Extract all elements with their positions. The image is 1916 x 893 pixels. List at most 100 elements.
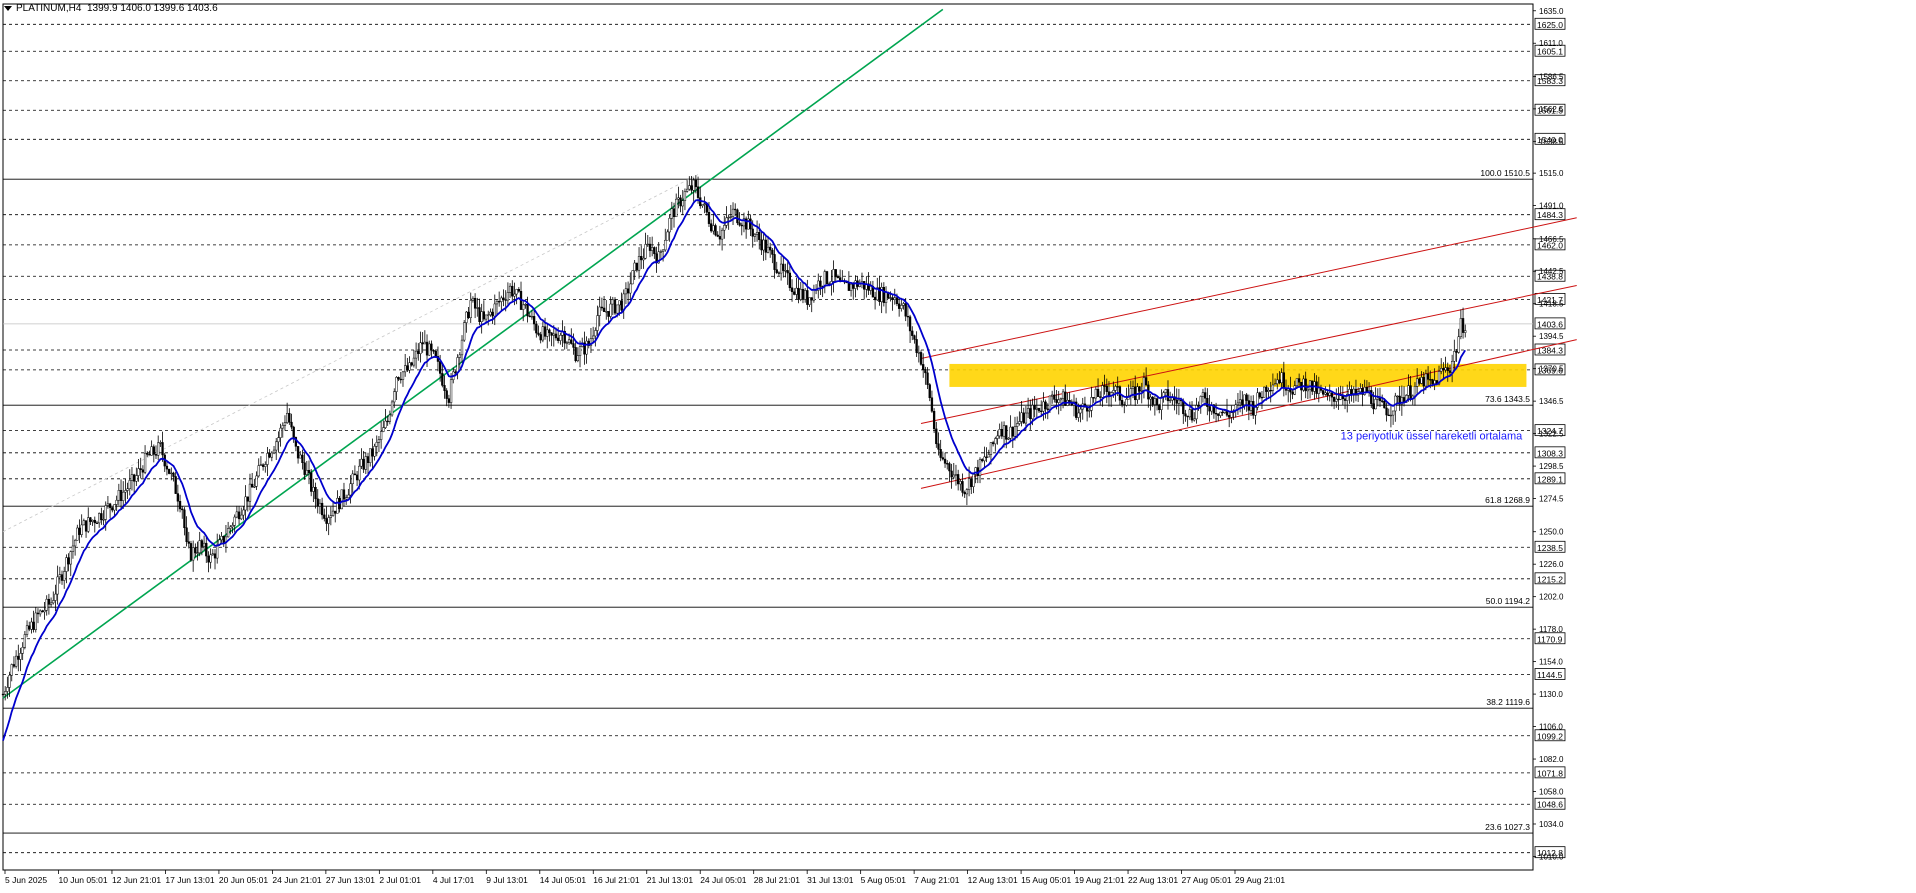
candle-body-87 (192, 547, 195, 561)
candle-body-633 (1385, 407, 1388, 416)
candle-body-658 (1440, 368, 1443, 372)
candle-body-302 (661, 249, 665, 252)
candle-body-318 (696, 186, 700, 198)
level-label-17: 1144.5 (1537, 670, 1563, 680)
candle-body-414 (906, 315, 910, 318)
candle-body-555 (1214, 413, 1218, 415)
candle-body-527 (1153, 398, 1157, 405)
candle-body-660 (1444, 367, 1447, 371)
candle-body-472 (1033, 405, 1036, 410)
candle-body-68 (150, 446, 153, 456)
candle-body-84 (185, 527, 188, 542)
candle-body-249 (546, 329, 549, 337)
candle-body-382 (836, 276, 840, 278)
candle-body-663 (1450, 361, 1454, 373)
candle-body-581 (1271, 384, 1275, 391)
candle-body-158 (347, 494, 350, 499)
candle-body-572 (1252, 401, 1255, 416)
candle-body-514 (1125, 398, 1128, 406)
candle-body-526 (1151, 396, 1154, 405)
candle-body-416 (911, 330, 914, 336)
candle-body-431 (943, 458, 947, 464)
candle-body-492 (1077, 412, 1080, 418)
candle-body-106 (233, 516, 236, 526)
candle-body-517 (1131, 386, 1135, 389)
x-tick-label-22: 27 Aug 05:01 (1182, 875, 1232, 885)
candle-body-403 (882, 287, 885, 303)
candle-body-499 (1092, 397, 1095, 399)
candle-body-92 (202, 542, 206, 547)
candle-body-650 (1422, 377, 1425, 387)
candle-body-277 (607, 311, 610, 317)
candle-body-434 (950, 470, 953, 478)
candle-body-504 (1103, 385, 1106, 387)
candle-body-194 (425, 341, 429, 356)
candle-body-480 (1050, 394, 1054, 397)
candle-body-447 (978, 459, 982, 476)
candle-body-614 (1343, 398, 1347, 401)
candle-body-665 (1455, 351, 1458, 353)
candle-body-96 (211, 553, 214, 556)
candle-body-69 (152, 446, 155, 455)
candle-body-323 (707, 212, 711, 224)
candle-body-415 (908, 316, 912, 332)
candle-body-41 (91, 519, 94, 522)
candle-body-8 (19, 653, 22, 660)
candle-body-292 (640, 256, 643, 261)
y-tick-label-9: 1418.5 (1539, 300, 1564, 309)
candle-body-464 (1016, 423, 1019, 427)
candle-body-286 (626, 288, 630, 294)
candle-body-408 (893, 297, 896, 300)
candle-body-604 (1322, 390, 1325, 395)
candle-body-547 (1197, 405, 1200, 407)
candle-body-22 (49, 602, 53, 605)
fib-label-1: 73.6 1343.5 (1485, 394, 1530, 404)
y-tick-label-12: 1346.5 (1539, 397, 1564, 406)
fib-label-2: 61.8 1268.9 (1485, 495, 1530, 505)
candle-body-130 (285, 413, 289, 423)
candle-body-139 (305, 470, 308, 475)
level-label-5: 1484.3 (1537, 210, 1563, 220)
candle-body-127 (279, 427, 282, 438)
candle-body-279 (611, 299, 614, 305)
candle-body-579 (1267, 389, 1270, 392)
candle-body-2 (6, 687, 9, 692)
fib-label-3: 50.0 1194.2 (1486, 596, 1531, 606)
candle-body-343 (751, 228, 754, 237)
candle-body-174 (382, 427, 385, 432)
collapse-triangle-icon[interactable] (4, 5, 12, 11)
candle-body-250 (548, 329, 551, 334)
candle-body-172 (377, 439, 381, 443)
candle-body-502 (1099, 396, 1102, 398)
candle-body-152 (334, 510, 337, 514)
candle-body-394 (863, 281, 866, 290)
candle-body-632 (1383, 400, 1386, 409)
x-tick-label-0: 5 Jun 2025 (5, 875, 47, 885)
level-label-18: 1099.2 (1537, 731, 1563, 741)
candle-body-208 (456, 357, 459, 373)
candle-body-170 (373, 446, 376, 457)
candle-body-666 (1457, 336, 1460, 353)
candle-body-278 (609, 303, 612, 317)
candle-body-241 (528, 315, 531, 318)
candle-body-305 (668, 218, 671, 233)
candle-body-37 (82, 520, 86, 526)
candle-body-18 (41, 610, 44, 613)
fib-label-5: 23.6 1027.3 (1485, 822, 1530, 832)
candle-body-15 (34, 612, 37, 630)
y-tick-label-15: 1274.5 (1539, 495, 1564, 504)
candle-body-220 (482, 311, 486, 320)
candle-body-287 (629, 283, 632, 294)
candle-body-143 (314, 486, 317, 500)
candle-body-443 (970, 478, 973, 487)
chart-header: PLATINUM,H4 1399.9 1406.0 1399.6 1403.6 (4, 3, 218, 14)
candle-body-628 (1374, 399, 1377, 410)
candle-body-466 (1020, 412, 1023, 422)
candle-body-140 (307, 470, 311, 473)
candle-body-537 (1175, 399, 1178, 404)
candle-body-370 (810, 297, 813, 301)
candle-body-65 (143, 452, 147, 473)
candle-body-101 (222, 535, 225, 543)
candle-body-433 (948, 463, 951, 472)
y-tick-label-22: 1106.0 (1539, 723, 1563, 732)
